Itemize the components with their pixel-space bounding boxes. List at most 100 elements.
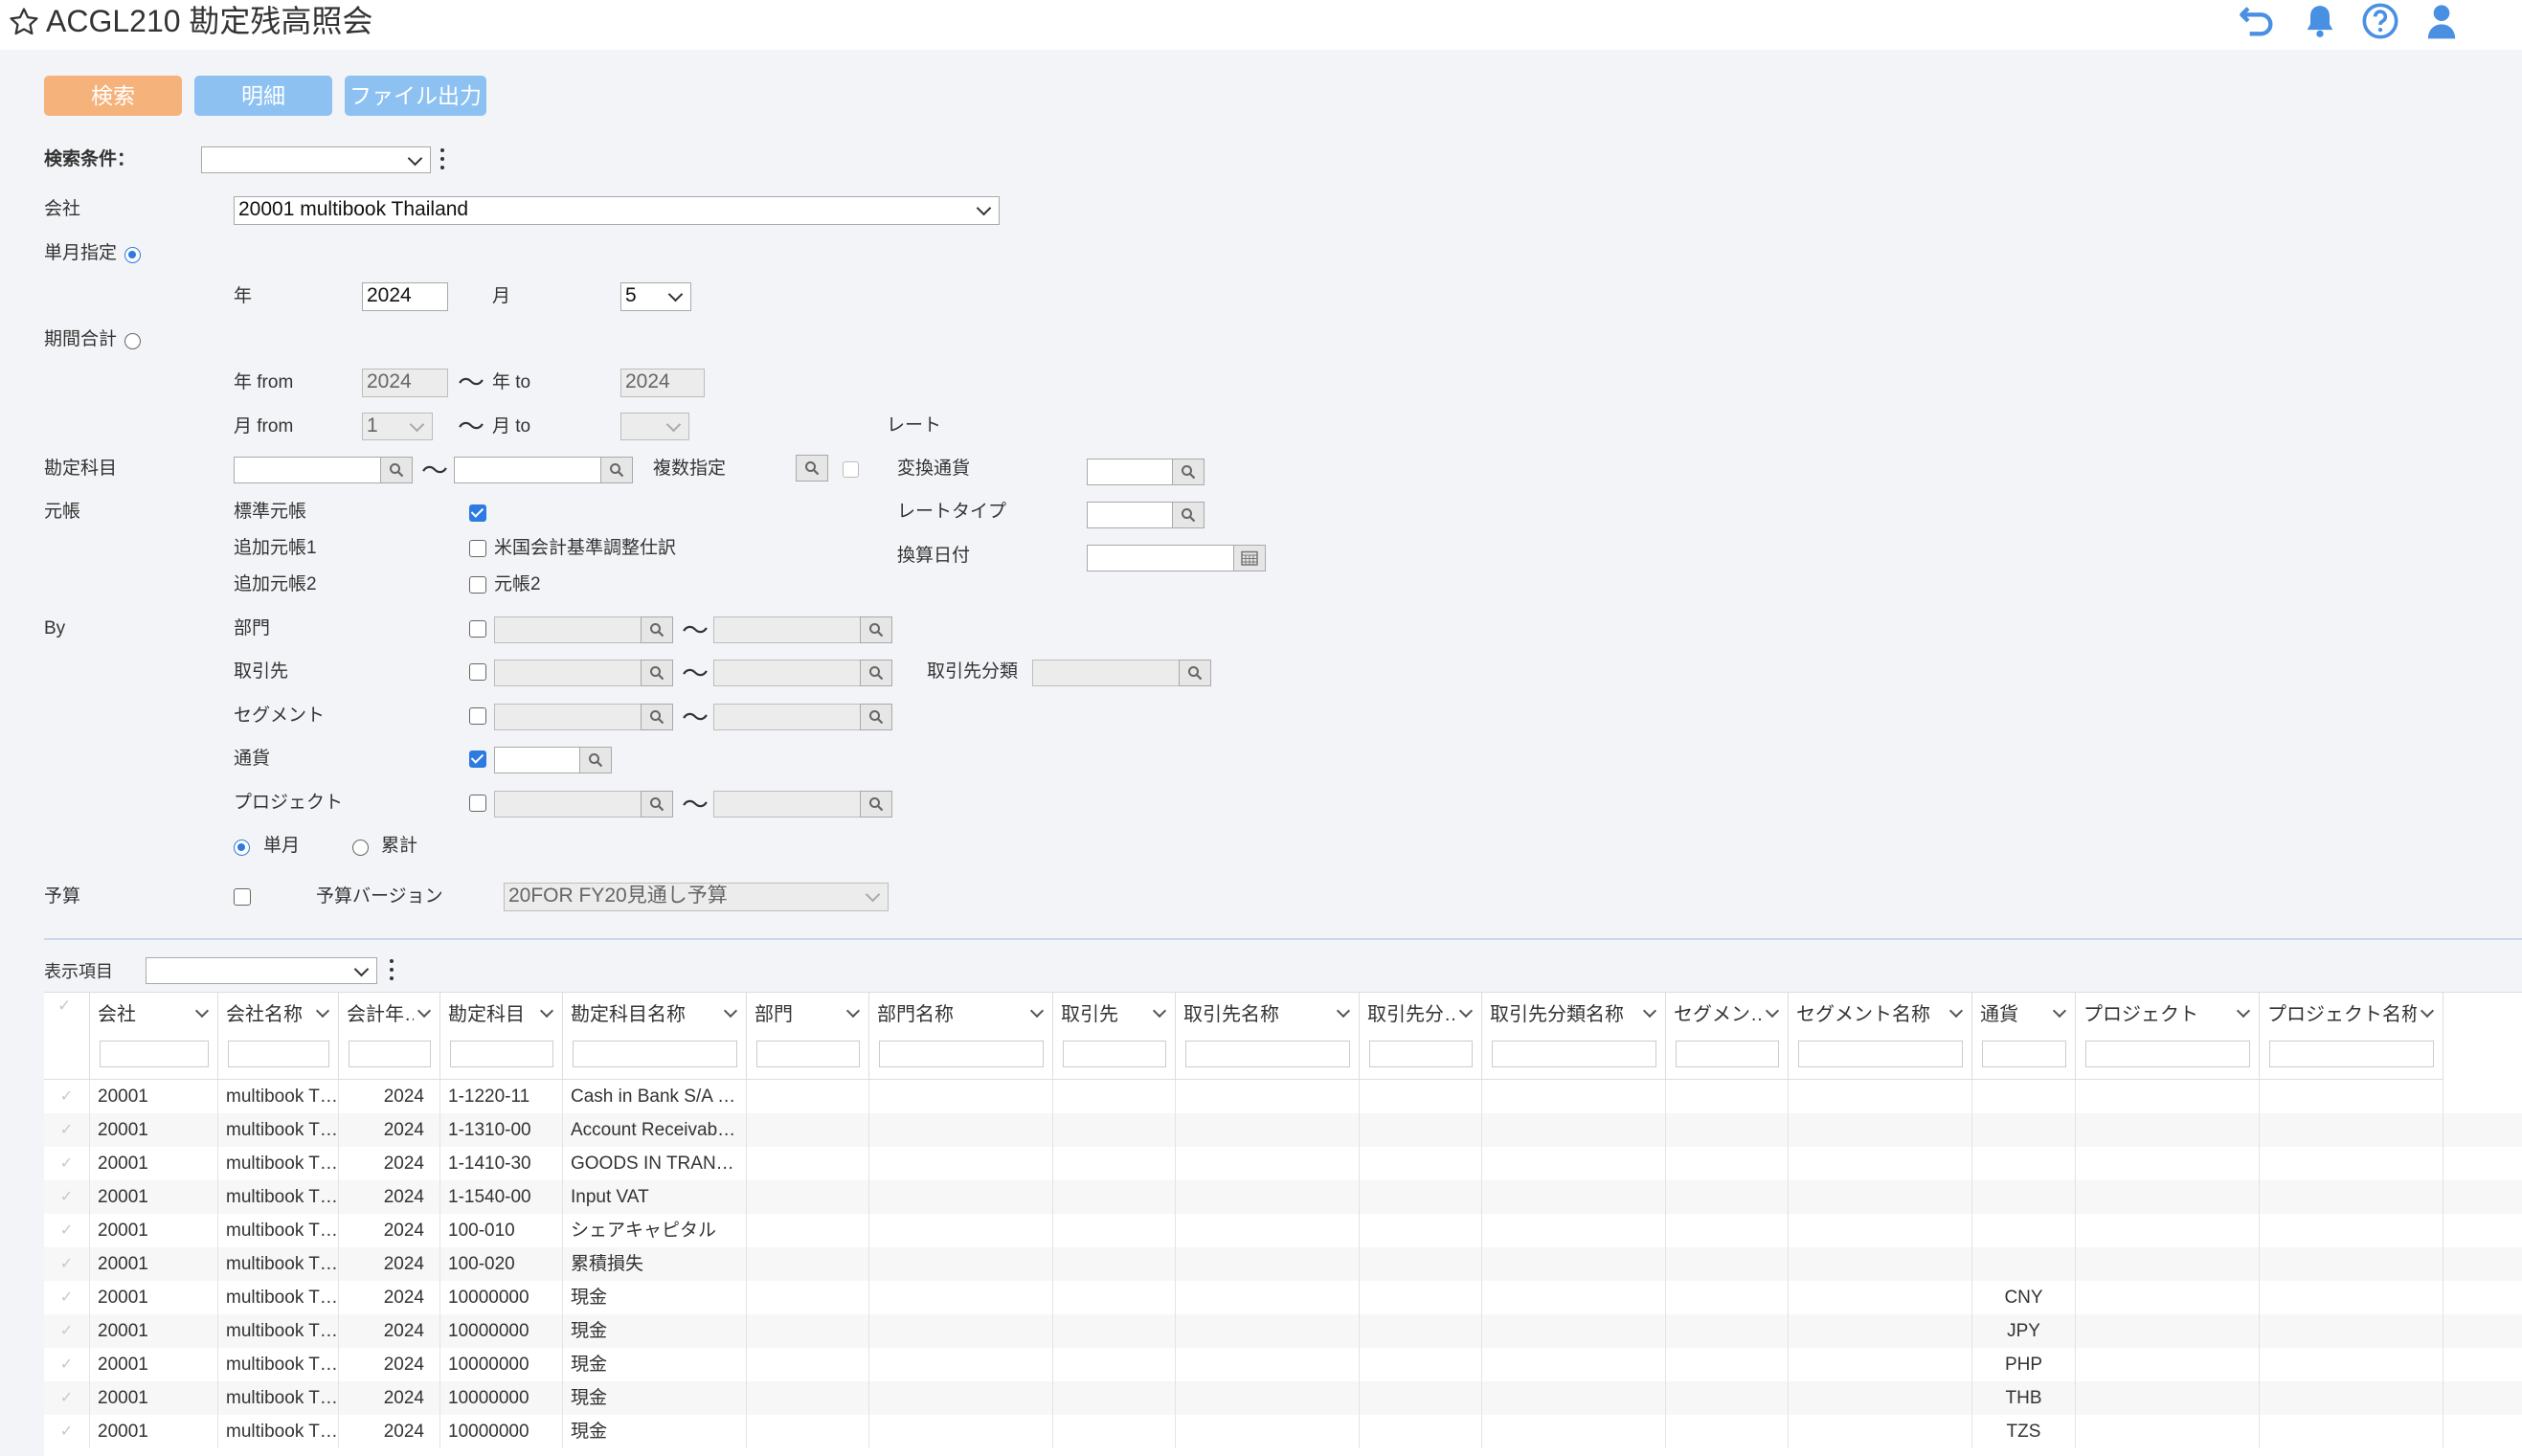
- table-row[interactable]: ✓20001multibook Thailand2024100-010シェアキャ…: [44, 1214, 2522, 1247]
- grid-col-header-11[interactable]: セグメン…: [1666, 993, 1789, 1080]
- segment-checkbox[interactable]: [469, 707, 486, 725]
- row-check-icon[interactable]: ✓: [44, 1214, 90, 1247]
- grid-col-header-10[interactable]: 取引先分類名称: [1482, 993, 1666, 1080]
- row-check-icon[interactable]: ✓: [44, 1247, 90, 1281]
- single-radio[interactable]: [234, 840, 250, 856]
- chevron-down-icon[interactable]: [539, 1003, 554, 1019]
- chevron-down-icon[interactable]: [1765, 1003, 1780, 1019]
- rate-type-input[interactable]: [1087, 502, 1173, 528]
- table-row[interactable]: ✓20001multibook Thailand202410000000現金 JP…: [44, 1314, 2522, 1348]
- grid-col-filter-input[interactable]: [1676, 1041, 1779, 1067]
- search-button[interactable]: 検索: [44, 76, 182, 116]
- undo-icon[interactable]: [2239, 2, 2277, 40]
- currency-input[interactable]: [494, 747, 580, 773]
- row-check-icon[interactable]: ✓: [44, 1381, 90, 1415]
- chevron-down-icon[interactable]: [417, 1003, 432, 1019]
- partner-checkbox[interactable]: [469, 663, 486, 681]
- grid-col-filter-input[interactable]: [228, 1041, 329, 1067]
- multi-select-search-button[interactable]: [796, 455, 828, 482]
- grid-col-header-14[interactable]: プロジェクト: [2076, 993, 2260, 1080]
- grid-col-filter-input[interactable]: [1492, 1041, 1656, 1067]
- help-icon[interactable]: [2361, 2, 2399, 40]
- table-row[interactable]: ✓20001multibook Thailand202410000000現金 CN…: [44, 1281, 2522, 1314]
- cumulative-radio[interactable]: [352, 840, 369, 856]
- grid-col-filter-input[interactable]: [573, 1041, 737, 1067]
- row-check-icon[interactable]: ✓: [44, 1348, 90, 1381]
- grid-select-all-header[interactable]: ✓: [44, 993, 90, 1080]
- chevron-down-icon[interactable]: [2420, 1003, 2435, 1019]
- month-select[interactable]: 5: [620, 282, 691, 311]
- year-from-input[interactable]: 2024: [362, 369, 448, 397]
- row-check-icon[interactable]: ✓: [44, 1314, 90, 1348]
- account-from-search-button[interactable]: [380, 457, 413, 483]
- conv-date-input[interactable]: [1087, 545, 1234, 571]
- row-check-icon[interactable]: ✓: [44, 1113, 90, 1147]
- segment-from-input[interactable]: [494, 704, 642, 730]
- dept-to-search-button[interactable]: [860, 616, 892, 643]
- segment-to-input[interactable]: [713, 704, 861, 730]
- chevron-down-icon[interactable]: [1642, 1003, 1657, 1019]
- grid-col-filter-input[interactable]: [1369, 1041, 1473, 1067]
- grid-col-header-5[interactable]: 部門: [747, 993, 869, 1080]
- us-gaap-checkbox[interactable]: [469, 540, 486, 557]
- grid-col-header-3[interactable]: 勘定科目: [440, 993, 563, 1080]
- rate-type-search-button[interactable]: [1172, 502, 1205, 528]
- grid-col-filter-input[interactable]: [1185, 1041, 1350, 1067]
- table-row[interactable]: ✓20001multibook Thailand20241-1410-30GOO…: [44, 1147, 2522, 1180]
- grid-col-filter-input[interactable]: [879, 1041, 1044, 1067]
- chevron-down-icon[interactable]: [1029, 1003, 1045, 1019]
- conv-currency-input[interactable]: [1087, 459, 1173, 485]
- ledger2-checkbox[interactable]: [469, 576, 486, 594]
- table-row[interactable]: ✓20001multibook Thailand202410000000現金 TH…: [44, 1381, 2522, 1415]
- std-ledger-checkbox[interactable]: [469, 504, 486, 522]
- user-icon[interactable]: [2422, 2, 2461, 40]
- table-row[interactable]: ✓20001multibook Thailand2024100-020累積損失: [44, 1247, 2522, 1281]
- bell-icon[interactable]: [2301, 2, 2339, 40]
- table-row[interactable]: ✓20001multibook Thailand202410000000現金 PH…: [44, 1348, 2522, 1381]
- row-check-icon[interactable]: ✓: [44, 1080, 90, 1113]
- row-check-icon[interactable]: ✓: [44, 1415, 90, 1448]
- grid-col-filter-input[interactable]: [450, 1041, 553, 1067]
- project-to-input[interactable]: [713, 791, 861, 818]
- table-row[interactable]: ✓20001multibook Thailand202410000000現金 TZ…: [44, 1415, 2522, 1448]
- multi-select-checkbox[interactable]: [843, 461, 859, 478]
- grid-col-filter-input[interactable]: [349, 1041, 431, 1067]
- table-row[interactable]: ✓20001multibook Thailand20241-1310-00Acc…: [44, 1113, 2522, 1147]
- grid-col-filter-input[interactable]: [2269, 1041, 2434, 1067]
- grid-col-header-7[interactable]: 取引先: [1053, 993, 1176, 1080]
- year-to-input[interactable]: 2024: [620, 369, 705, 397]
- project-from-search-button[interactable]: [641, 791, 673, 818]
- partner-from-input[interactable]: [494, 660, 642, 686]
- dept-to-input[interactable]: [713, 616, 861, 643]
- grid-col-header-8[interactable]: 取引先名称: [1176, 993, 1360, 1080]
- display-items-select[interactable]: [146, 957, 377, 984]
- partner-class-search-button[interactable]: [1179, 660, 1211, 686]
- budget-checkbox[interactable]: [234, 888, 251, 906]
- grid-col-header-9[interactable]: 取引先分…: [1360, 993, 1482, 1080]
- grid-col-filter-input[interactable]: [1063, 1041, 1166, 1067]
- grid-col-header-12[interactable]: セグメント名称: [1789, 993, 1972, 1080]
- row-check-icon[interactable]: ✓: [44, 1281, 90, 1314]
- chevron-down-icon[interactable]: [845, 1003, 861, 1019]
- partner-from-search-button[interactable]: [641, 660, 673, 686]
- search-condition-select[interactable]: [201, 146, 431, 173]
- grid-col-filter-input[interactable]: [2085, 1041, 2250, 1067]
- grid-col-filter-input[interactable]: [1798, 1041, 1963, 1067]
- grid-col-filter-input[interactable]: [1982, 1041, 2066, 1067]
- budget-version-select[interactable]: 20FOR FY20見通し予算: [504, 883, 889, 911]
- currency-search-button[interactable]: [579, 747, 612, 773]
- chevron-down-icon[interactable]: [723, 1003, 738, 1019]
- calendar-button[interactable]: [1233, 545, 1266, 571]
- chevron-down-icon[interactable]: [315, 1003, 330, 1019]
- period-total-radio[interactable]: [124, 333, 141, 349]
- detail-button[interactable]: 明細: [194, 76, 332, 116]
- grid-col-filter-input[interactable]: [756, 1041, 860, 1067]
- chevron-down-icon[interactable]: [1152, 1003, 1167, 1019]
- row-check-icon[interactable]: ✓: [44, 1147, 90, 1180]
- currency-checkbox[interactable]: [469, 750, 486, 768]
- grid-col-header-6[interactable]: 部門名称: [869, 993, 1053, 1080]
- chevron-down-icon[interactable]: [2052, 1003, 2067, 1019]
- display-items-menu-icon[interactable]: [389, 959, 394, 982]
- company-select[interactable]: 20001 multibook Thailand: [234, 196, 1000, 225]
- chevron-down-icon[interactable]: [1948, 1003, 1964, 1019]
